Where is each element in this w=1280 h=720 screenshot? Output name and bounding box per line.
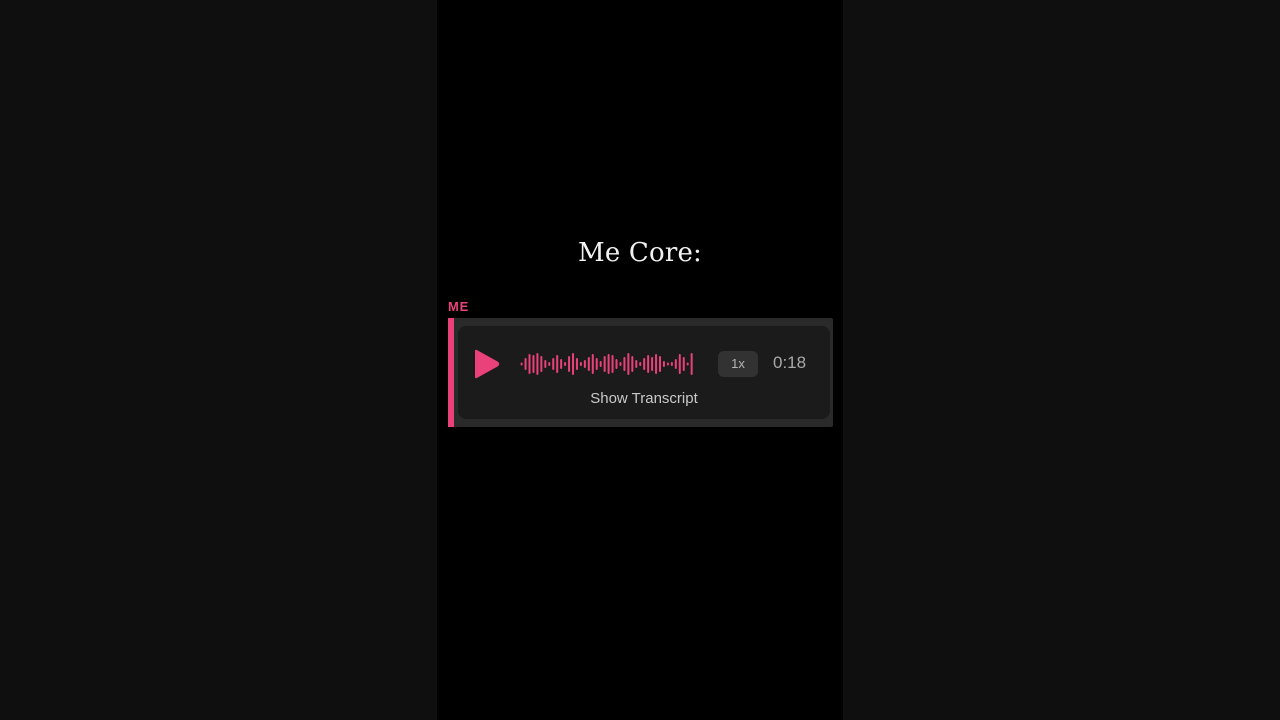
- waveform-bar: [674, 359, 677, 369]
- waveform-bar: [659, 356, 662, 372]
- waveform-bar: [520, 362, 523, 366]
- waveform-bar: [619, 362, 622, 366]
- waveform[interactable]: [520, 350, 694, 378]
- waveform-bar: [678, 354, 681, 374]
- waveform-bar: [560, 359, 563, 369]
- waveform-bar: [552, 358, 555, 370]
- duration-label: 0:18: [773, 353, 807, 372]
- waveform-bar: [611, 355, 614, 373]
- waveform-bar: [536, 353, 539, 375]
- waveform-bar: [540, 356, 543, 372]
- waveform-bar: [639, 362, 642, 366]
- waveform-bar: [524, 358, 527, 370]
- waveform-bar: [591, 354, 594, 374]
- waveform-bar: [670, 362, 673, 366]
- waveform-bar: [647, 355, 650, 373]
- waveform-bar: [575, 358, 578, 370]
- sender-label: ME: [448, 299, 470, 314]
- waveform-bar: [655, 354, 658, 374]
- waveform-bar: [635, 360, 638, 368]
- waveform-bar: [564, 362, 567, 366]
- voice-message-bubble: 1x 0:18 Show Transcript: [458, 326, 830, 419]
- play-icon[interactable]: [471, 348, 501, 380]
- waveform-bar: [532, 355, 535, 373]
- waveform-bar: [615, 359, 618, 369]
- waveform-bar: [651, 357, 654, 371]
- waveform-bar: [666, 362, 669, 366]
- waveform-bar: [607, 354, 610, 374]
- video-frame: Me Core: ME 1x 0:18 Show Transcript: [437, 0, 843, 720]
- waveform-bar: [682, 357, 685, 371]
- waveform-bar: [579, 362, 582, 366]
- waveform-bar: [587, 357, 590, 371]
- waveform-bar: [568, 356, 571, 372]
- show-transcript-button[interactable]: Show Transcript: [458, 390, 830, 407]
- waveform-bar: [548, 362, 551, 366]
- screen: Me Core: ME 1x 0:18 Show Transcript: [0, 0, 1280, 720]
- waveform-bar: [627, 353, 630, 375]
- waveform-bar: [603, 356, 606, 372]
- waveform-bar: [643, 358, 646, 370]
- waveform-bar: [595, 358, 598, 370]
- waveform-bar: [572, 353, 575, 375]
- waveform-bar: [623, 357, 626, 371]
- sender-accent-bar: [448, 318, 454, 427]
- waveform-bar: [556, 355, 559, 373]
- waveform-bar: [544, 360, 547, 368]
- caption-text: Me Core:: [578, 238, 702, 268]
- waveform-bar: [599, 361, 602, 367]
- waveform-bar: [583, 360, 586, 368]
- waveform-bar: [631, 356, 634, 372]
- waveform-bar: [528, 354, 531, 374]
- waveform-bar: [662, 361, 665, 367]
- voice-message: 1x 0:18 Show Transcript: [448, 318, 833, 427]
- waveform-bar: [686, 362, 689, 366]
- playback-speed-button[interactable]: 1x: [718, 351, 758, 377]
- waveform-bar: [690, 353, 693, 375]
